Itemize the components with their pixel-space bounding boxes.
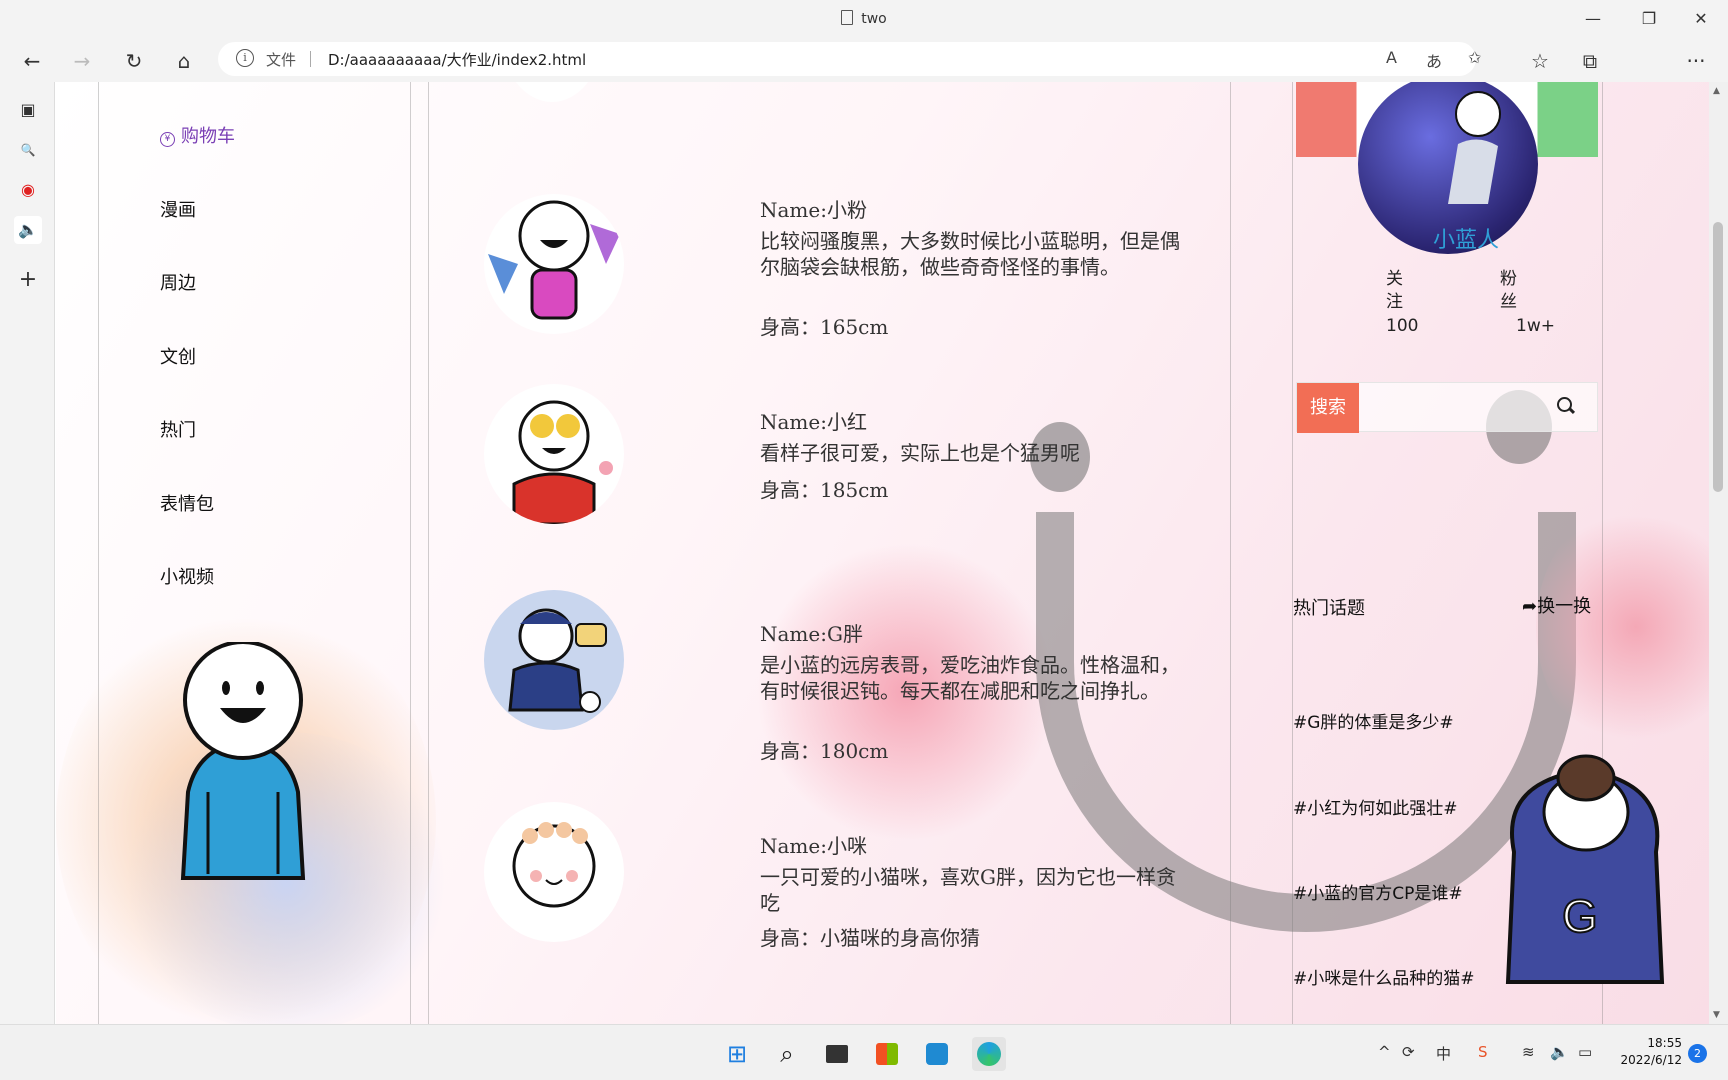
read-aloud-icon[interactable]: A <box>1386 48 1397 67</box>
character-avatar <box>484 802 624 942</box>
character-card: Name:小粉 比较闷骚腹黑，大多数时候比小蓝聪明，但是偶尔脑袋会缺根筋，做些奇… <box>56 194 1180 394</box>
app-tray-icon[interactable]: S <box>1478 1043 1488 1061</box>
profile-name[interactable]: 小蓝人 <box>1416 222 1516 254</box>
clock[interactable]: 18:55 2022/6/12 <box>1612 1035 1682 1069</box>
scroll-thumb[interactable] <box>1713 222 1723 492</box>
audio-icon[interactable]: 🔈 <box>14 216 42 244</box>
translate-icon[interactable]: あ <box>1426 48 1442 72</box>
character-description: 是小蓝的远房表哥，爱吃油炸食品。性格温和，有时候很迟钝。每天都在减肥和吃之间挣扎… <box>760 653 1180 703</box>
site-info-icon[interactable]: i <box>236 49 254 67</box>
title-bar: two — ❐ ✕ <box>0 0 1728 40</box>
home-icon[interactable]: ⌂ <box>168 46 200 76</box>
input-language-indicator[interactable]: 中 <box>1436 1043 1451 1064</box>
character-avatar <box>484 384 624 524</box>
character-name: Name:G胖 <box>760 622 863 646</box>
topic-link[interactable]: #G胖的体重是多少# <box>1293 708 1454 733</box>
nav-item-cart[interactable]: ¥ 购物车 <box>160 122 300 148</box>
collections-icon[interactable]: ⧉ <box>1574 46 1606 76</box>
fans-count: 1w+ <box>1516 316 1555 336</box>
character-name: Name:小咪 <box>760 834 867 858</box>
character-height: 身高：165cm <box>760 315 889 339</box>
tab-actions-icon[interactable]: ▣ <box>14 96 42 124</box>
fans-label: 粉丝 <box>1500 269 1517 312</box>
character-card: Name:G胖 是小蓝的远房表哥，爱吃油炸食品。性格温和，有时候很迟钝。每天都在… <box>56 590 1180 818</box>
record-icon[interactable]: ◉ <box>14 176 42 204</box>
back-icon[interactable]: ← <box>16 46 48 76</box>
character-avatar <box>484 590 624 730</box>
url-text[interactable]: D:/aaaaaaaaaa/大作业/index2.html <box>328 49 586 70</box>
refresh-icon: ➦ <box>1522 596 1538 617</box>
vscode-icon[interactable] <box>920 1037 954 1071</box>
character-description: 比较闷骚腹黑，大多数时候比小蓝聪明，但是偶尔脑袋会缺根筋，做些奇奇怪怪的事情。 <box>760 229 1180 279</box>
search-button[interactable]: 搜索 <box>1297 383 1359 433</box>
scroll-down-icon[interactable]: ▼ <box>1713 1010 1720 1020</box>
search-icon[interactable] <box>1557 397 1575 415</box>
tray-chevron-icon[interactable]: ^ <box>1378 1043 1391 1061</box>
topic-link[interactable]: #小蓝的官方CP是谁# <box>1293 879 1463 904</box>
edge-icon[interactable] <box>972 1037 1006 1071</box>
character-card: Name:小红 看样子很可爱，实际上也是个猛男呢 身高：185cm <box>56 384 1136 606</box>
search-box[interactable]: 搜索 <box>1296 382 1598 433</box>
character-name: Name:小粉 <box>760 198 867 222</box>
search-icon[interactable]: ⌕ <box>770 1037 804 1071</box>
page-scrollbar[interactable]: ▲ ▼ <box>1709 82 1728 1024</box>
document-icon <box>841 10 854 25</box>
topic-link[interactable]: #小咪是什么品种的猫# <box>1293 964 1475 989</box>
restore-button[interactable]: ❐ <box>1634 6 1664 32</box>
sync-icon[interactable]: ⟳ <box>1402 1043 1415 1061</box>
notification-badge[interactable]: 2 <box>1688 1044 1707 1063</box>
minimize-button[interactable]: — <box>1578 6 1608 32</box>
volume-icon[interactable]: 🔈 <box>1550 1043 1569 1061</box>
character-description: 一只可爱的小猫咪，喜欢G胖，因为它也一样贪吃 <box>760 865 1176 915</box>
character-name: Name:小红 <box>760 410 867 434</box>
cart-icon: ¥ <box>160 132 175 147</box>
address-divider <box>310 51 311 67</box>
g-mascot-illustration: G <box>1505 754 1665 984</box>
add-favorite-icon[interactable]: ✩ <box>1468 48 1481 67</box>
character-description: 看样子很可爱，实际上也是个猛男呢 <box>760 441 1080 465</box>
refresh-topics-button[interactable]: ➦换一换 <box>1522 592 1591 618</box>
follow-label: 关注 <box>1386 269 1403 312</box>
battery-icon[interactable]: ▭ <box>1578 1043 1592 1061</box>
forward-icon[interactable]: → <box>66 46 98 76</box>
favorites-icon[interactable]: ☆ <box>1524 46 1556 76</box>
browser-sidebar: ▣ 🔍 ◉ 🔈 + <box>0 82 55 1024</box>
search-icon[interactable]: 🔍 <box>14 136 42 164</box>
taskbar: ⊞ ⌕ ^ ⟳ 中 S ≋ 🔈 ▭ 18:55 2022/6/12 2 <box>0 1024 1728 1080</box>
character-avatar <box>484 194 624 334</box>
scroll-up-icon[interactable]: ▲ <box>1713 86 1720 96</box>
follow-count: 100 <box>1386 316 1419 336</box>
close-button[interactable]: ✕ <box>1686 6 1716 32</box>
add-icon[interactable]: + <box>14 266 42 294</box>
character-avatar <box>502 82 602 102</box>
topic-link[interactable]: #小红为何如此强壮# <box>1293 794 1458 819</box>
wifi-icon[interactable]: ≋ <box>1522 1043 1535 1061</box>
web-page: ¥ 购物车 漫画 周边 文创 热门 表情包 小视频 Name:小粉 比较闷骚腹黑，… <box>56 82 1709 1024</box>
file-label: 文件 <box>266 51 297 69</box>
character-height: 身高：180cm <box>760 739 889 763</box>
hot-topics-title: 热门话题 <box>1293 598 1365 619</box>
store-icon[interactable] <box>870 1037 904 1071</box>
character-height: 身高：185cm <box>760 478 889 502</box>
more-icon[interactable]: ··· <box>1680 46 1712 76</box>
svg-text:G: G <box>1562 890 1598 942</box>
file-explorer-icon[interactable] <box>820 1037 854 1071</box>
window-title: two <box>0 10 1728 27</box>
address-bar[interactable]: i 文件 D:/aaaaaaaaaa/大作业/index2.html A あ ✩ <box>218 42 1481 76</box>
character-card: Name:小咪 一只可爱的小猫咪，喜欢G胖，因为它也一样贪吃 身高：小猫咪的身高… <box>56 802 1176 1024</box>
start-icon[interactable]: ⊞ <box>720 1037 754 1071</box>
refresh-icon[interactable]: ↻ <box>118 46 150 76</box>
column-divider <box>1230 82 1231 1024</box>
character-height: 身高：小猫咪的身高你猜 <box>760 926 980 950</box>
